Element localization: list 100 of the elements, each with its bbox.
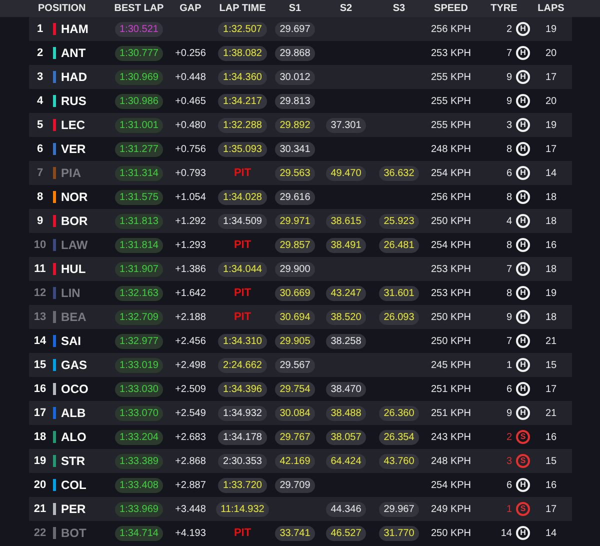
sector-time: 38.488 xyxy=(326,406,366,420)
position-number: 21 xyxy=(32,503,48,515)
best-lap-time: 1:31.575 xyxy=(114,190,164,204)
tyre-age: 6 xyxy=(506,384,512,394)
sector-time: 36.632 xyxy=(378,166,420,180)
tyre-age: 7 xyxy=(506,336,512,346)
position-number: 15 xyxy=(32,359,48,371)
driver-code: RUS xyxy=(60,94,88,108)
gap-time: +1.292 xyxy=(174,216,207,226)
best-lap-time: 1:31.907 xyxy=(114,262,164,276)
tyre-age: 6 xyxy=(506,168,512,178)
driver-code: HAD xyxy=(60,70,88,84)
driver-code: SAI xyxy=(60,334,82,348)
sector-time: 30.084 xyxy=(274,406,316,420)
tyre-compound: H xyxy=(516,166,530,180)
laps-count: 19 xyxy=(544,24,558,34)
sector-time: 49.470 xyxy=(326,166,366,180)
speed-value: 255 KPH xyxy=(430,96,472,106)
speed-value: 255 KPH xyxy=(430,72,472,82)
speed-value: 254 KPH xyxy=(430,240,472,250)
laps-count: 17 xyxy=(544,384,558,394)
laps-count: 21 xyxy=(544,408,558,418)
sector-time: 29.857 xyxy=(274,238,316,252)
driver-code: BOT xyxy=(60,526,88,540)
sector-time: 31.601 xyxy=(378,286,420,300)
best-lap-time: 1:33.030 xyxy=(114,382,164,396)
driver-code: GAS xyxy=(60,358,88,372)
speed-value: 250 KPH xyxy=(430,216,472,226)
position-number: 19 xyxy=(32,455,48,467)
tyre-age: 8 xyxy=(506,288,512,298)
driver-code: LEC xyxy=(60,118,86,132)
lap-time: 1:34.178 xyxy=(218,430,267,444)
tyre-age: 6 xyxy=(506,480,512,490)
tyre-compound: H xyxy=(516,238,530,252)
position-number: 20 xyxy=(32,479,48,491)
laps-count: 16 xyxy=(544,240,558,250)
position-number: 17 xyxy=(32,407,48,419)
tyre-age: 9 xyxy=(506,312,512,322)
best-lap-time: 1:32.163 xyxy=(114,286,164,300)
sector-time: 38.057 xyxy=(326,430,366,444)
sector-time: 29.900 xyxy=(274,262,316,276)
sector-time: 26.354 xyxy=(378,430,420,444)
lap-time: 1:34.396 xyxy=(218,382,267,396)
driver-code: LIN xyxy=(60,286,82,300)
driver-code: OCO xyxy=(60,382,90,396)
driver-code: LAW xyxy=(60,238,89,252)
tyre-age: 4 xyxy=(506,216,512,226)
best-lap-time: 1:31.813 xyxy=(114,214,164,228)
column-header: LAP TIME xyxy=(218,3,267,14)
gap-time: +0.793 xyxy=(174,168,207,178)
best-lap-time: 1:32.977 xyxy=(114,334,164,348)
tyre-age: 14 xyxy=(500,528,512,538)
tyre-compound: H xyxy=(516,262,530,276)
speed-value: 253 KPH xyxy=(430,288,472,298)
lap-time: 1:34.044 xyxy=(218,262,267,276)
laps-count: 20 xyxy=(544,48,558,58)
sector-time: 30.341 xyxy=(274,142,316,156)
laps-count: 18 xyxy=(544,312,558,322)
column-header: S3 xyxy=(392,3,406,14)
lap-time: 1:38.082 xyxy=(218,46,267,60)
gap-time: +0.256 xyxy=(174,48,207,58)
lap-time: 1:33.720 xyxy=(218,478,267,492)
speed-value: 245 KPH xyxy=(430,360,472,370)
sector-time: 43.760 xyxy=(378,454,420,468)
tyre-age: 7 xyxy=(506,264,512,274)
tyre-compound: H xyxy=(516,118,530,132)
column-header: LAPS xyxy=(536,3,566,14)
sector-time: 44.346 xyxy=(326,502,366,516)
tyre-age: 9 xyxy=(506,408,512,418)
tyre-compound: S xyxy=(516,502,530,516)
position-number: 22 xyxy=(32,527,48,539)
tyre-compound: H xyxy=(516,46,530,60)
speed-value: 250 KPH xyxy=(430,312,472,322)
sector-time: 31.770 xyxy=(378,526,420,540)
lap-time: 11:14.932 xyxy=(216,502,270,516)
lap-time: 1:32.507 xyxy=(218,22,267,36)
column-header: S2 xyxy=(338,3,354,14)
best-lap-time: 1:32.709 xyxy=(114,310,164,324)
sector-time: 26.481 xyxy=(378,238,420,252)
gap-time: +0.756 xyxy=(174,144,207,154)
driver-code: STR xyxy=(60,454,86,468)
laps-count: 17 xyxy=(544,504,558,514)
lap-time: 2:30.353 xyxy=(218,454,267,468)
sector-time: 30.669 xyxy=(274,286,316,300)
sector-time: 29.868 xyxy=(274,46,316,60)
best-lap-time: 1:33.019 xyxy=(114,358,164,372)
best-lap-time: 1:30.521 xyxy=(114,22,164,36)
lap-time: 1:35.093 xyxy=(218,142,267,156)
sector-time: 29.616 xyxy=(274,190,316,204)
gap-time: +2.549 xyxy=(174,408,207,418)
gap-time: +4.193 xyxy=(174,528,207,538)
lap-time: 1:34.217 xyxy=(218,94,267,108)
pit-label: PIT xyxy=(234,287,252,299)
laps-count: 18 xyxy=(544,192,558,202)
laps-count: 20 xyxy=(544,96,558,106)
lap-time: 1:32.288 xyxy=(218,118,267,132)
sector-time: 38.520 xyxy=(326,310,366,324)
laps-count: 17 xyxy=(544,72,558,82)
sector-time: 29.767 xyxy=(274,430,316,444)
lap-time: 1:34.028 xyxy=(218,190,267,204)
